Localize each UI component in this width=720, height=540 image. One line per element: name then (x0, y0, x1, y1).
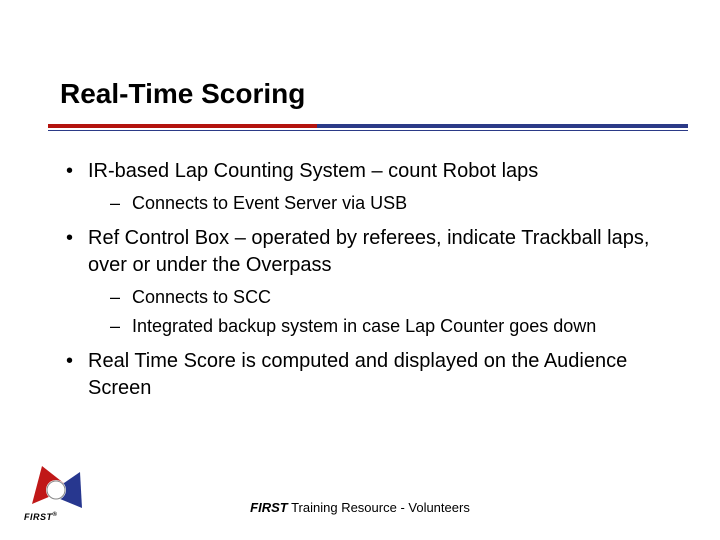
sub-bullet-list: Connects to Event Server via USB (88, 191, 670, 215)
title-rule-thick (48, 124, 688, 128)
footer-text: FIRST Training Resource - Volunteers (0, 500, 720, 515)
title-rule-thin (48, 130, 688, 131)
bullet-item: Real Time Score is computed and displaye… (60, 348, 670, 402)
slide: Real-Time Scoring IR-based Lap Counting … (0, 0, 720, 540)
content-area: IR-based Lap Counting System – count Rob… (60, 158, 670, 410)
slide-title: Real-Time Scoring (60, 78, 305, 110)
sub-bullet-list: Connects to SCC Integrated backup system… (88, 285, 670, 338)
footer-rest: Training Resource - Volunteers (288, 500, 470, 515)
sub-bullet-item: Connects to SCC (88, 285, 670, 309)
sub-bullet-item: Integrated backup system in case Lap Cou… (88, 314, 670, 338)
bullet-text: Ref Control Box – operated by referees, … (88, 227, 649, 276)
bullet-text: Real Time Score is computed and displaye… (88, 350, 627, 399)
footer-brand: FIRST (250, 500, 288, 515)
bullet-item: Ref Control Box – operated by referees, … (60, 225, 670, 338)
bullet-text: IR-based Lap Counting System – count Rob… (88, 160, 538, 182)
bullet-item: IR-based Lap Counting System – count Rob… (60, 158, 670, 215)
sub-bullet-item: Connects to Event Server via USB (88, 191, 670, 215)
bullet-list: IR-based Lap Counting System – count Rob… (60, 158, 670, 402)
